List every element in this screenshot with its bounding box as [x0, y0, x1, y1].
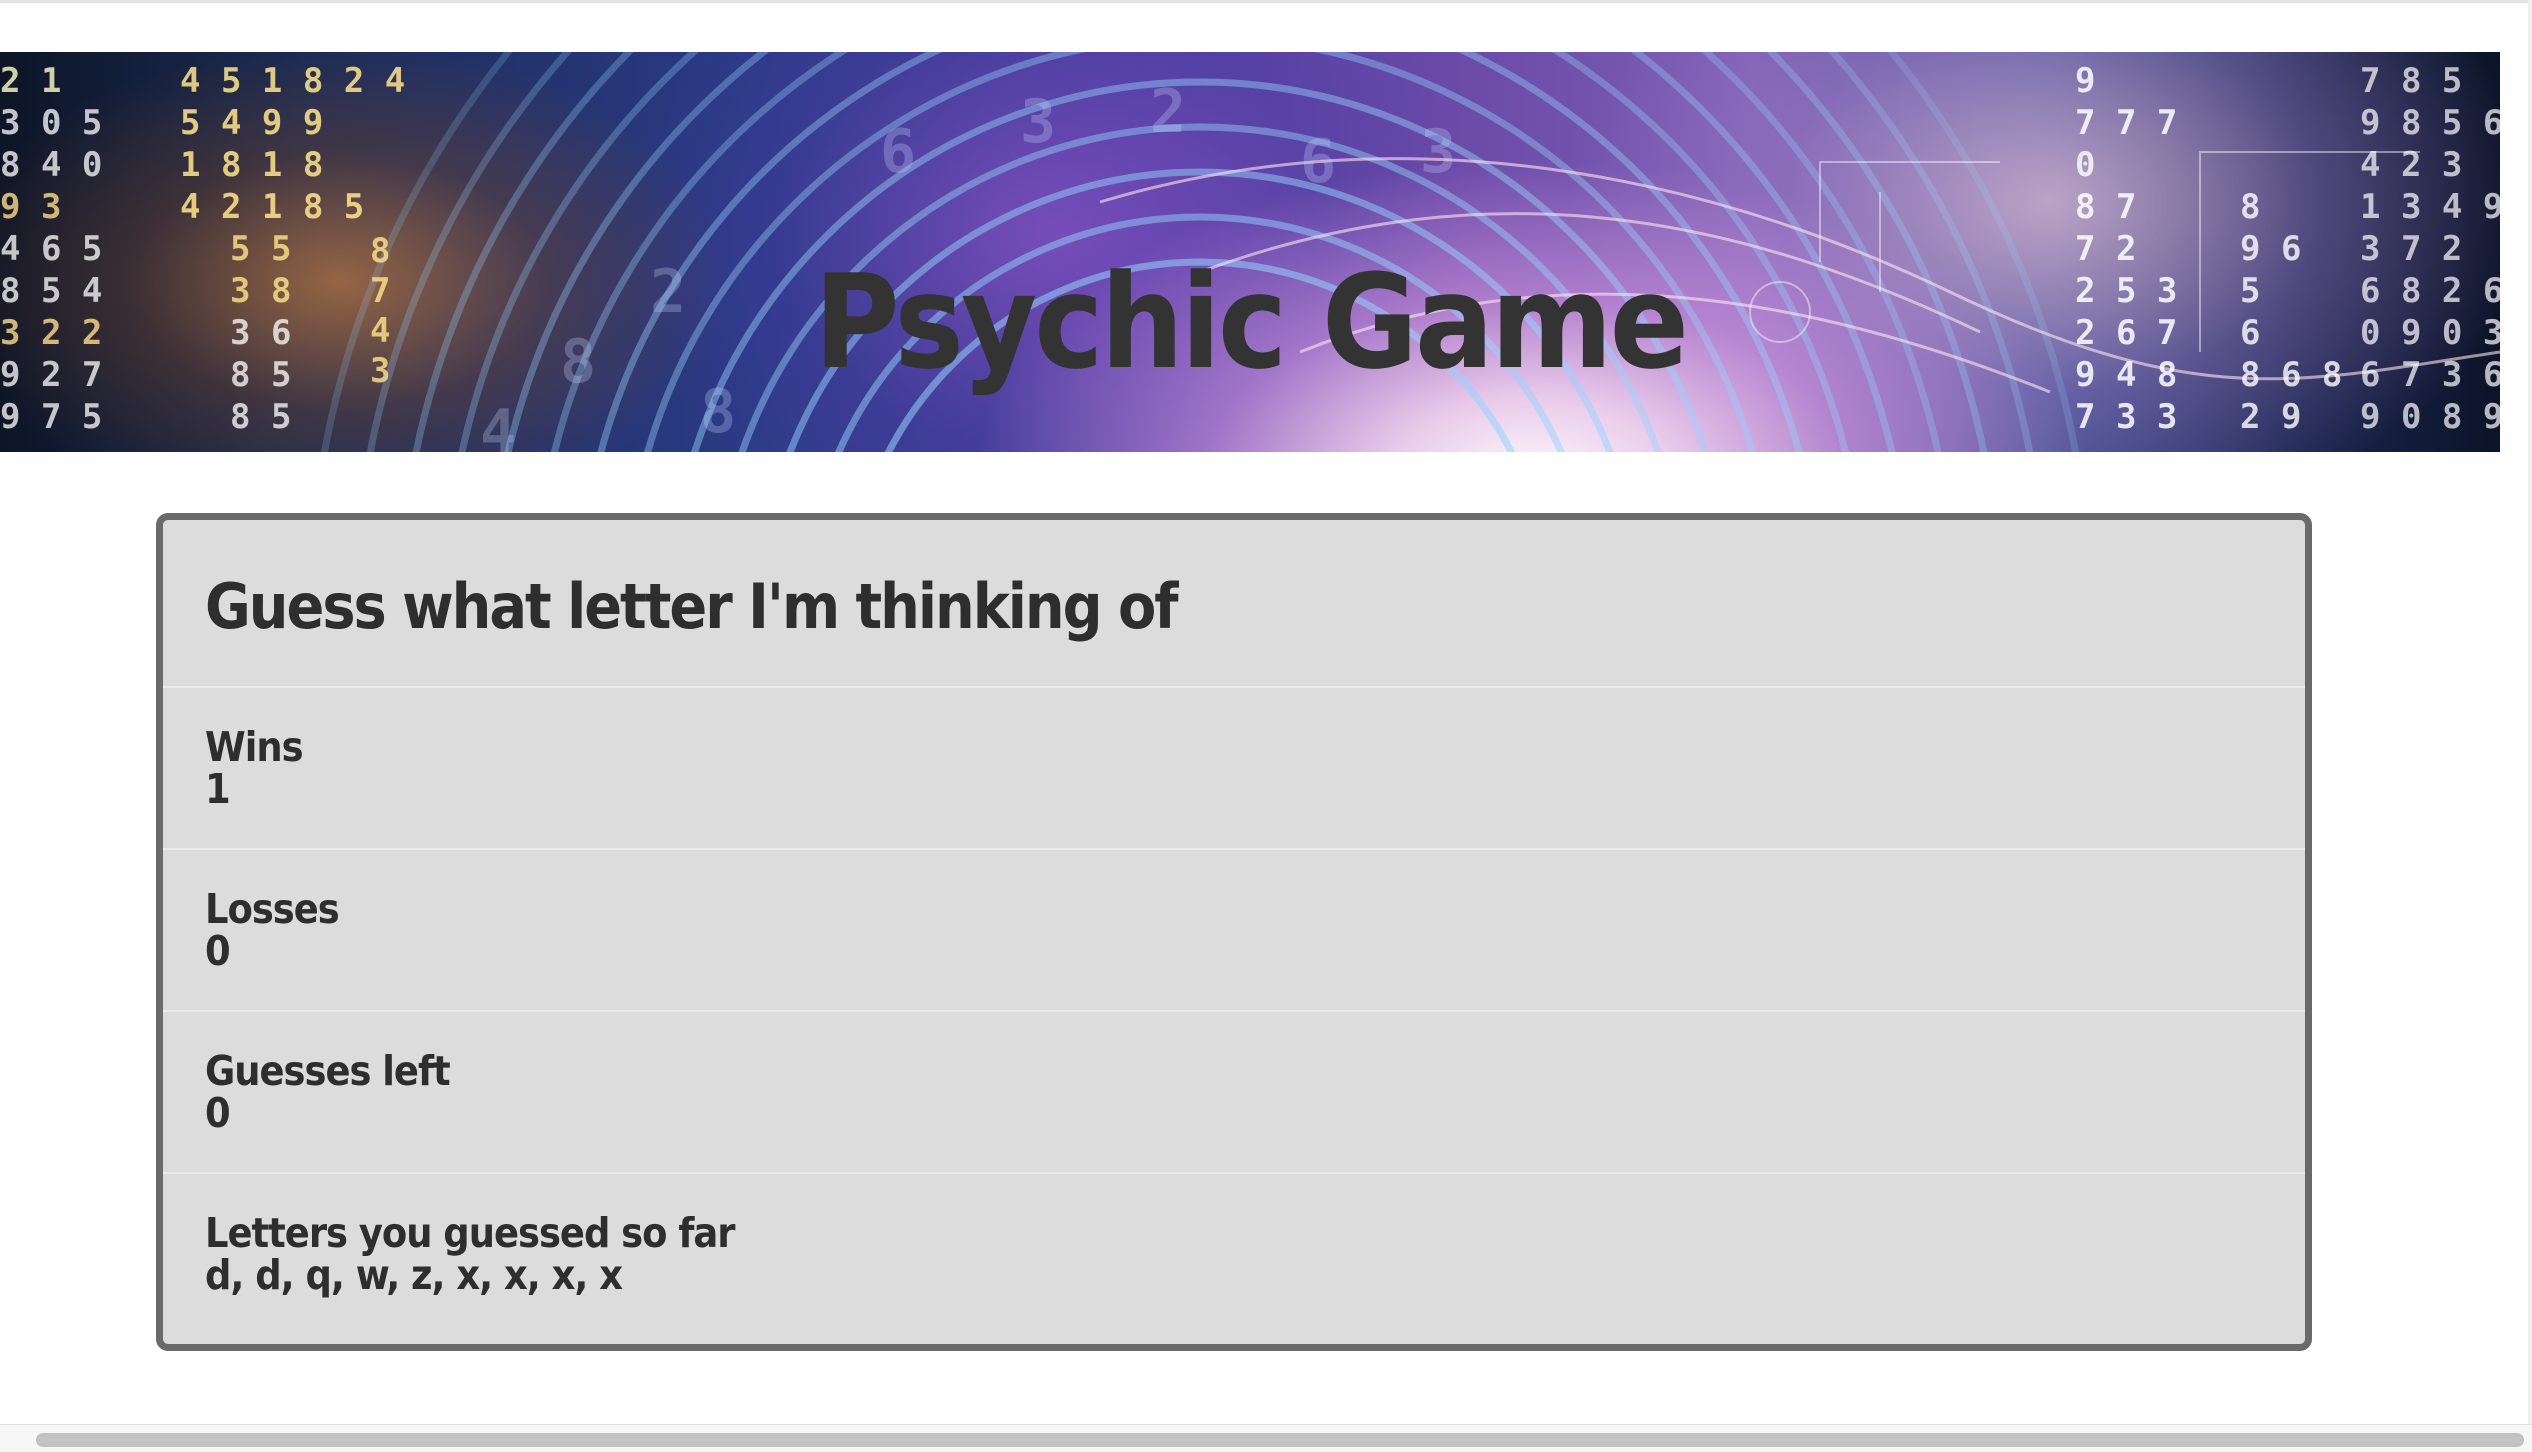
losses-value: 0	[205, 927, 231, 975]
svg-text:8 5: 8 5	[230, 397, 291, 437]
svg-text:4 5 1 8 2 4: 4 5 1 8 2 4	[180, 61, 405, 101]
svg-text:9 0 8 9: 9 0 8 9	[2360, 397, 2500, 437]
svg-text:2 9: 2 9	[2240, 397, 2301, 437]
svg-text:3: 3	[1020, 87, 1056, 157]
svg-text:6: 6	[880, 117, 916, 187]
window-top-border	[0, 0, 2532, 3]
svg-text:4: 4	[480, 397, 516, 452]
svg-text:1 8 1 8: 1 8 1 8	[180, 145, 323, 185]
svg-text:5 4 9 9: 5 4 9 9	[180, 103, 323, 143]
svg-text:8 4 0: 8 4 0	[0, 145, 102, 185]
svg-text:7 8 5: 7 8 5	[2360, 61, 2462, 101]
horizontal-scrollbar[interactable]	[0, 1424, 2532, 1452]
letters-guessed-stat: Letters you guessed so far d, d, q, w, z…	[163, 1174, 2305, 1344]
svg-text:9: 9	[2075, 61, 2095, 101]
losses-stat: Losses 0	[163, 850, 2305, 1012]
losses-label: Losses	[205, 885, 340, 933]
svg-text:7 7 7: 7 7 7	[2075, 103, 2177, 143]
svg-text:6: 6	[1300, 127, 1336, 197]
vertical-scrollbar-track[interactable]	[2528, 0, 2532, 1424]
guesses-left-value: 0	[205, 1089, 231, 1137]
svg-text:4 2 1 8 5: 4 2 1 8 5	[180, 187, 364, 227]
horizontal-scrollbar-thumb[interactable]	[36, 1433, 2524, 1447]
header-banner: 2 1 3 0 5 8 4 0 9 3 4 6 5 8 5 4 3 2 2 9 …	[0, 52, 2500, 452]
svg-text:1 3 4 9: 1 3 4 9	[2360, 187, 2500, 227]
wins-value: 1	[205, 765, 231, 813]
svg-text:7 3 3: 7 3 3	[2075, 397, 2177, 437]
page-title: Psychic Game	[813, 246, 1689, 398]
game-panel: Guess what letter I'm thinking of Wins 1…	[156, 513, 2312, 1351]
panel-heading-row: Guess what letter I'm thinking of	[163, 520, 2305, 688]
svg-text:3 0 5: 3 0 5	[0, 103, 102, 143]
svg-text:2: 2	[1150, 77, 1186, 147]
wins-label: Wins	[205, 723, 304, 771]
svg-text:4 2 3: 4 2 3	[2360, 145, 2462, 185]
svg-text:9 3: 9 3	[0, 187, 61, 227]
svg-text:0: 0	[2075, 145, 2095, 185]
guesses-left-label: Guesses left	[205, 1047, 451, 1095]
letters-guessed-label: Letters you guessed so far	[205, 1209, 735, 1257]
svg-text:9 8 5 6: 9 8 5 6	[2360, 103, 2500, 143]
svg-text:9 7 5: 9 7 5	[0, 397, 102, 437]
letters-guessed-value: d, d, q, w, z, x, x, x, x	[205, 1251, 623, 1299]
guesses-left-stat: Guesses left 0	[163, 1012, 2305, 1174]
svg-text:8 7: 8 7	[2075, 187, 2136, 227]
wins-stat: Wins 1	[163, 688, 2305, 850]
svg-text:2 1: 2 1	[0, 61, 61, 101]
svg-text:8: 8	[2240, 187, 2260, 227]
svg-text:3: 3	[1420, 117, 1456, 187]
game-prompt-heading: Guess what letter I'm thinking of	[205, 570, 1179, 643]
